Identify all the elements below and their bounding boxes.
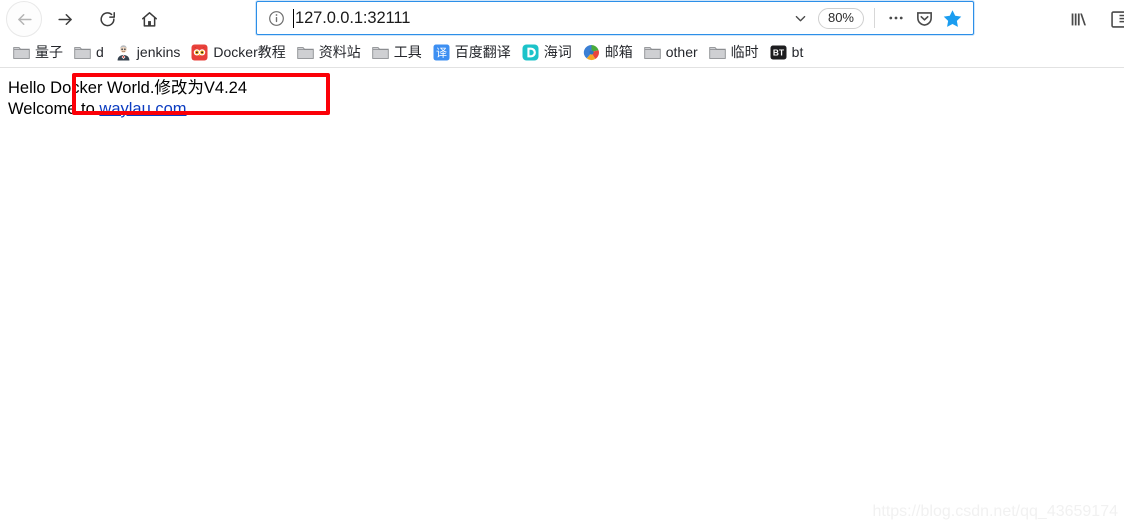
forward-button[interactable]: [48, 2, 82, 36]
bookmark-item-ziliaozhan[interactable]: 资料站: [294, 42, 367, 64]
home-icon: [141, 11, 157, 27]
svg-text:译: 译: [436, 46, 447, 59]
ellipsis-icon[interactable]: [883, 5, 909, 31]
bookmark-label: 资料站: [318, 44, 361, 60]
bookmark-item-docker-tutorial[interactable]: Docker教程: [188, 42, 291, 64]
bookmark-label: d: [96, 44, 104, 60]
arrow-left-icon: [17, 13, 32, 25]
home-button[interactable]: [132, 2, 166, 36]
navigation-toolbar: 127.0.0.1:32111 80%: [0, 0, 1124, 38]
browser-chrome: 127.0.0.1:32111 80% 量子 d jenkins Docker教…: [0, 0, 1124, 68]
watermark-text: https://blog.csdn.net/qq_43659174: [872, 503, 1118, 520]
info-circle-icon[interactable]: [268, 10, 285, 27]
bookmark-label: Docker教程: [213, 44, 286, 60]
zoom-level-badge[interactable]: 80%: [817, 7, 864, 29]
arrow-right-icon: [57, 13, 72, 25]
library-icon[interactable]: [1064, 4, 1094, 34]
bookmark-label: 邮箱: [604, 44, 633, 60]
bookmark-label: 工具: [393, 44, 422, 60]
bookmark-item-d[interactable]: d: [71, 42, 110, 64]
folder-icon: [74, 44, 91, 61]
toolbar-right-group: [1064, 0, 1124, 38]
bookmark-item-youxiang[interactable]: 邮箱: [580, 42, 639, 64]
chevron-down-icon[interactable]: [790, 7, 812, 29]
svg-text:BT: BT: [773, 48, 785, 58]
dict-d-icon: [522, 44, 539, 61]
url-input[interactable]: 127.0.0.1:32111: [293, 8, 790, 28]
urlbar-separator: [874, 8, 875, 28]
text-caret: [293, 8, 294, 28]
bookmark-label: bt: [791, 44, 804, 60]
bookmark-item-linshi[interactable]: 临时: [706, 42, 765, 64]
red-annotation-rectangle: [72, 73, 330, 115]
page-viewport: Hello Docker World.修改为V4.24 Welcome to w…: [0, 68, 1124, 529]
reload-button[interactable]: [90, 2, 124, 36]
folder-icon: [371, 44, 389, 61]
folder-icon: [13, 44, 30, 61]
bookmark-label: 临时: [730, 44, 759, 60]
folder-icon: [296, 44, 314, 61]
bookmark-item-bt[interactable]: BT bt: [767, 42, 810, 64]
sidebar-icon[interactable]: [1106, 4, 1124, 34]
bookmark-label: 量子: [35, 44, 63, 60]
bookmark-label: other: [665, 44, 698, 60]
bookmark-label: 百度翻译: [454, 44, 511, 60]
bt-square-icon: BT: [770, 44, 787, 61]
url-text: 127.0.0.1:32111: [295, 8, 411, 27]
reload-icon: [99, 11, 115, 26]
mail-circle-icon: [583, 44, 600, 61]
owl-icon: [191, 44, 208, 61]
bookmark-label: jenkins: [136, 44, 181, 60]
star-icon[interactable]: [939, 5, 965, 31]
bookmark-item-gongju[interactable]: 工具: [369, 42, 428, 64]
bookmark-item-baidu-fanyi[interactable]: 译 百度翻译: [430, 42, 517, 64]
folder-icon: [708, 44, 726, 61]
folder-icon: [643, 44, 661, 61]
bookmark-item-haici[interactable]: 海词: [519, 42, 578, 64]
bookmark-item-other[interactable]: other: [641, 42, 704, 64]
pocket-shield-icon[interactable]: [911, 5, 937, 31]
back-button[interactable]: [6, 1, 42, 37]
bookmarks-toolbar: 量子 d jenkins Docker教程 资料站 工具 译 百度翻译 海词 邮…: [0, 38, 1124, 68]
bookmark-label: 海词: [543, 44, 572, 60]
address-bar[interactable]: 127.0.0.1:32111 80%: [256, 1, 974, 35]
jenkins-butler-icon: [115, 44, 132, 61]
bookmark-item-jenkins[interactable]: jenkins: [112, 42, 187, 64]
baidu-fanyi-icon: 译: [433, 44, 450, 61]
bookmark-item-liangzi[interactable]: 量子: [10, 42, 69, 64]
